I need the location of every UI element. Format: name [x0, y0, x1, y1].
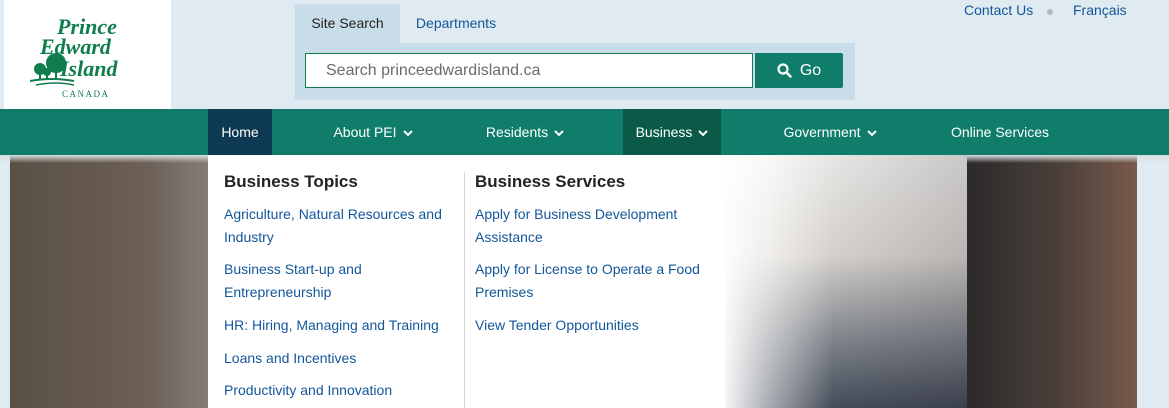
nav-item-government[interactable]: Government	[770, 109, 890, 155]
dropdown-photo	[725, 155, 967, 408]
dropdown-divider	[464, 172, 465, 408]
chevron-down-icon	[698, 130, 709, 137]
contact-us-link[interactable]: Contact Us	[964, 2, 1033, 18]
nav-item-label: Government	[783, 124, 861, 140]
nav-item-about-pei[interactable]: About PEI	[318, 109, 428, 155]
nav-item-home[interactable]: Home	[208, 109, 272, 155]
search-input[interactable]	[305, 53, 753, 88]
nav-item-label: Residents	[485, 124, 549, 140]
nav-item-residents[interactable]: Residents	[470, 109, 580, 155]
service-link-food-license[interactable]: Apply for License to Operate a Food Prem…	[475, 258, 715, 304]
topic-link-productivity[interactable]: Productivity and Innovation	[224, 379, 454, 402]
search-icon	[777, 63, 792, 78]
nav-item-online-services[interactable]: Online Services	[940, 109, 1060, 155]
go-button-label: Go	[799, 61, 822, 79]
topic-link-startup[interactable]: Business Start-up and Entrepreneurship	[224, 258, 424, 304]
nav-item-label: Home	[221, 124, 259, 140]
tree-logo-icon	[30, 53, 74, 86]
business-topics-heading: Business Topics	[224, 172, 358, 191]
chevron-down-icon	[554, 130, 564, 137]
topic-link-loans[interactable]: Loans and Incentives	[224, 347, 454, 370]
language-toggle-link[interactable]: Français	[1073, 2, 1127, 18]
business-services-heading: Business Services	[475, 172, 626, 191]
separator-dot	[1047, 9, 1053, 15]
tab-site-search[interactable]: Site Search	[295, 4, 400, 43]
service-link-tenders[interactable]: View Tender Opportunities	[475, 314, 715, 337]
topic-link-hr[interactable]: HR: Hiring, Managing and Training	[224, 314, 454, 337]
service-link-development[interactable]: Apply for Business Development Assistanc…	[475, 203, 700, 249]
logo-canada-text: CANADA	[62, 89, 110, 99]
chevron-down-icon	[866, 130, 877, 137]
nav-item-label: Online Services	[950, 124, 1050, 140]
nav-item-business[interactable]: Business	[623, 109, 721, 155]
topic-link-agriculture[interactable]: Agriculture, Natural Resources and Indus…	[224, 203, 454, 249]
tab-departments[interactable]: Departments	[400, 4, 512, 43]
nav-item-label: Business	[635, 124, 693, 140]
go-button[interactable]: Go	[755, 53, 843, 88]
main-nav: Home About PEI Residents Business Govern…	[0, 109, 1169, 155]
chevron-down-icon	[402, 130, 413, 137]
nav-item-label: About PEI	[333, 124, 397, 140]
